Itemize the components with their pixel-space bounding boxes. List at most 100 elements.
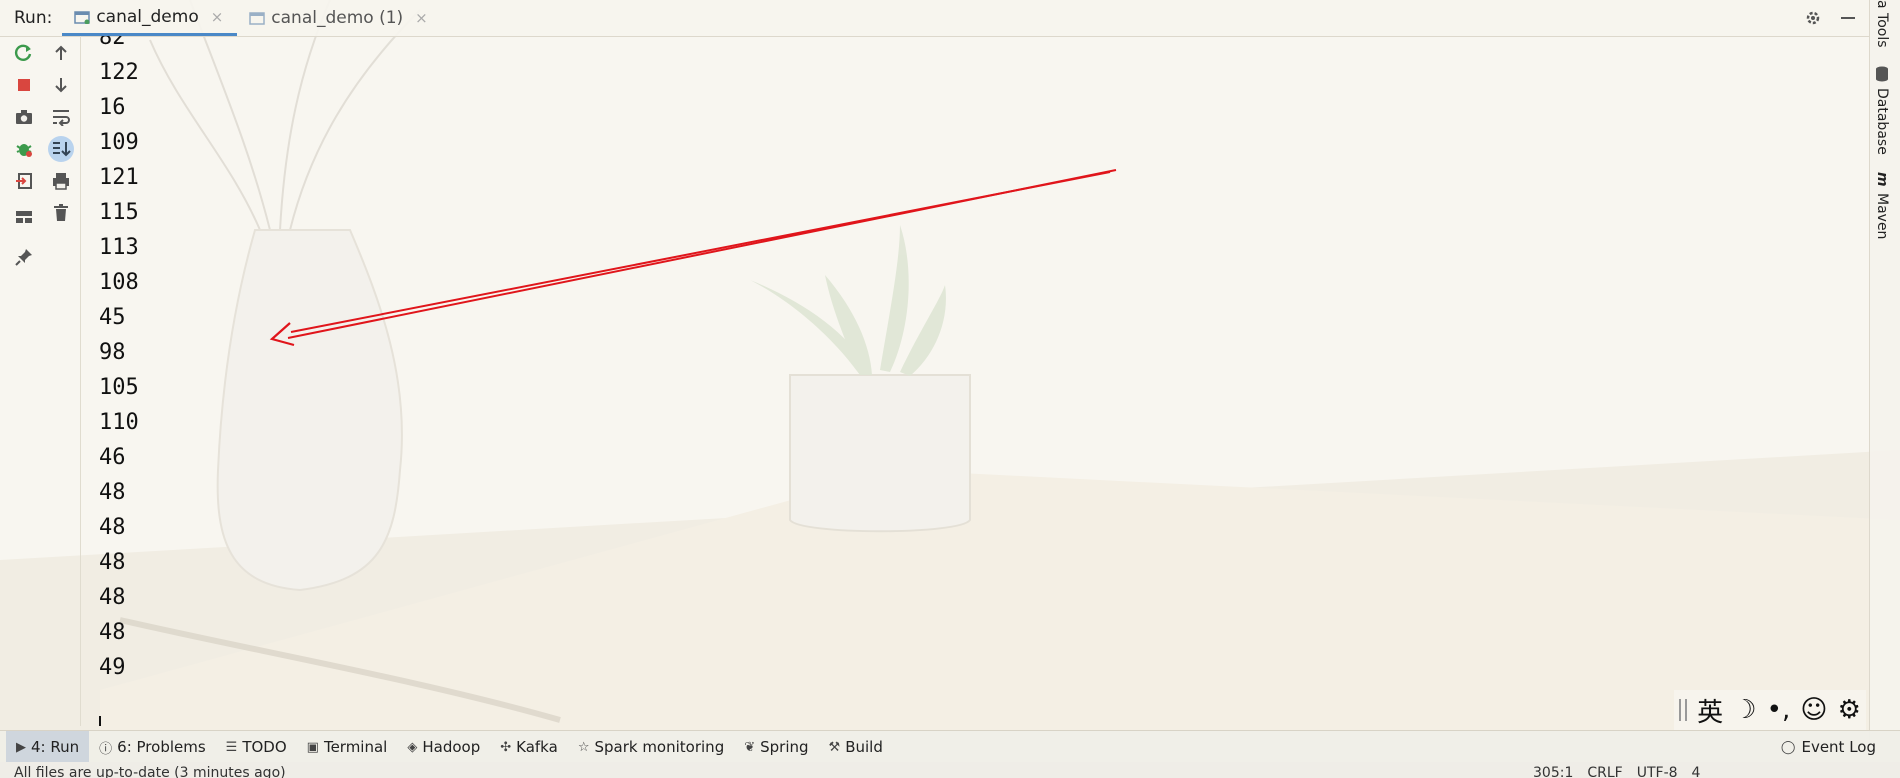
soft-wrap-icon [53, 110, 70, 126]
tab-label: 6: Problems [117, 738, 206, 756]
debug-button[interactable] [9, 134, 39, 164]
scroll-to-end-button[interactable] [46, 134, 76, 164]
run-tab-label: canal_demo [96, 6, 199, 27]
close-icon[interactable]: × [211, 8, 224, 26]
tab-spark-monitoring[interactable]: ☆ Spark monitoring [568, 731, 734, 763]
arrow-up-icon [55, 45, 67, 60]
hadoop-icon: ◈ [407, 739, 418, 755]
restore-layout-button[interactable] [9, 202, 39, 232]
run-toolbar-primary [6, 36, 42, 272]
tab-hadoop[interactable]: ◈ Hadoop [397, 731, 490, 763]
file-encoding[interactable]: UTF-8 [1637, 765, 1678, 778]
run-toolbar-secondary [43, 36, 79, 228]
console-output[interactable]: 82 122 16 109 121 115 113 108 45 98 105 … [99, 36, 1869, 726]
run-tab-canal-demo[interactable]: canal_demo × [62, 0, 238, 36]
console-line: 82 [99, 36, 126, 50]
trash-icon [54, 204, 68, 221]
ime-toolbar: 英 ☽ •, ☺ ⚙ [1674, 690, 1866, 730]
exit-button[interactable] [9, 166, 39, 196]
gear-icon[interactable] [1804, 9, 1822, 27]
right-tab-maven[interactable]: m Maven [1874, 172, 1890, 239]
application-icon [249, 12, 266, 25]
run-tab-label: canal_demo (1) [271, 8, 404, 28]
run-tool-window-header: Run: canal_demo × canal_demo (1) × [0, 0, 1870, 37]
tab-spring[interactable]: ❦ Spring [734, 731, 818, 763]
tab-todo[interactable]: ☰ TODO [216, 731, 297, 763]
soft-wrap-button[interactable] [46, 102, 76, 132]
run-icon: ▶ [16, 739, 26, 755]
console-line: 48 [99, 585, 126, 610]
right-tab-label: Database [1874, 88, 1890, 155]
run-tab-canal-demo-1[interactable]: canal_demo (1) × [237, 0, 441, 36]
right-tool-strip: a Tools Database m Maven [1869, 0, 1900, 740]
exit-icon [16, 173, 32, 189]
right-tab-database[interactable]: Database [1874, 66, 1890, 155]
console-line: 98 [99, 340, 126, 365]
spark-icon: ☆ [577, 739, 590, 755]
ime-language-toggle[interactable]: 英 [1697, 692, 1723, 729]
clear-all-button[interactable] [46, 198, 76, 228]
console-line: 16 [99, 95, 126, 120]
database-icon [1876, 66, 1888, 82]
print-button[interactable] [46, 166, 76, 196]
console-line: 121 [99, 165, 139, 190]
spring-icon: ❦ [744, 739, 756, 755]
close-icon[interactable]: × [415, 9, 428, 27]
console-line: 48 [99, 480, 126, 505]
pin-tab-button[interactable] [9, 242, 39, 272]
console-line: 122 [99, 60, 139, 85]
console-lines: 82 122 16 109 121 115 113 108 45 98 105 … [99, 36, 139, 685]
event-log-label: Event Log [1801, 738, 1876, 756]
stop-icon [18, 79, 30, 91]
ime-punctuation-icon[interactable]: •, [1767, 695, 1791, 725]
terminal-icon: ▣ [306, 739, 319, 755]
event-log-icon: ◯ [1780, 739, 1796, 755]
tab-problems[interactable]: ⓘ 6: Problems [89, 731, 216, 763]
layout-icon [16, 211, 32, 223]
tab-label: Spring [760, 738, 809, 756]
event-log-button[interactable]: ◯ Event Log [1781, 731, 1876, 763]
console-line: 49 [99, 655, 126, 680]
text-caret [99, 716, 101, 726]
console-line: 48 [99, 515, 126, 540]
ime-settings-icon[interactable]: ⚙ [1838, 695, 1861, 725]
tab-label: Terminal [323, 738, 388, 756]
kafka-icon: ✣ [500, 739, 512, 755]
tab-label: Kafka [516, 738, 558, 756]
maven-icon: m [1874, 172, 1890, 187]
caret-position[interactable]: 305:1 [1533, 765, 1573, 778]
dump-threads-button[interactable] [9, 102, 39, 132]
minimize-icon[interactable] [1840, 9, 1856, 27]
indent-setting[interactable]: 4 [1692, 765, 1701, 778]
rerun-button[interactable] [9, 38, 39, 68]
previous-occurrence-button[interactable] [46, 38, 76, 68]
tool-window-bar: ▶ 4: Run ⓘ 6: Problems ☰ TODO ▣ Terminal… [0, 730, 1900, 763]
ime-emoji-icon[interactable]: ☺ [1800, 695, 1827, 725]
tab-label: TODO [242, 738, 287, 756]
console-line: 46 [99, 445, 126, 470]
console-line: 115 [99, 200, 139, 225]
application-icon [74, 10, 91, 24]
toolbar-divider [80, 36, 81, 726]
right-tab-label: Maven [1874, 192, 1890, 240]
status-bar: All files are up-to-date (3 minutes ago)… [0, 762, 1900, 778]
right-tab-tools[interactable]: a Tools [1874, 0, 1890, 48]
next-occurrence-button[interactable] [46, 70, 76, 100]
line-separator[interactable]: CRLF [1587, 765, 1622, 778]
tab-label: Hadoop [422, 738, 481, 756]
console-line: 48 [99, 620, 126, 645]
right-tab-label: a Tools [1874, 0, 1890, 48]
tab-label: 4: Run [31, 738, 80, 756]
debug-icon [16, 144, 32, 157]
tab-run[interactable]: ▶ 4: Run [6, 731, 90, 763]
pin-icon [15, 249, 32, 266]
ime-moon-icon[interactable]: ☽ [1733, 695, 1756, 725]
tab-terminal[interactable]: ▣ Terminal [297, 731, 398, 763]
tab-label: Build [845, 738, 883, 756]
ime-drag-handle[interactable] [1679, 699, 1688, 721]
stop-button[interactable] [9, 70, 39, 100]
tab-build[interactable]: ⚒ Build [819, 731, 893, 763]
todo-icon: ☰ [225, 739, 238, 755]
tab-kafka[interactable]: ✣ Kafka [490, 731, 568, 763]
console-line: 113 [99, 235, 139, 260]
